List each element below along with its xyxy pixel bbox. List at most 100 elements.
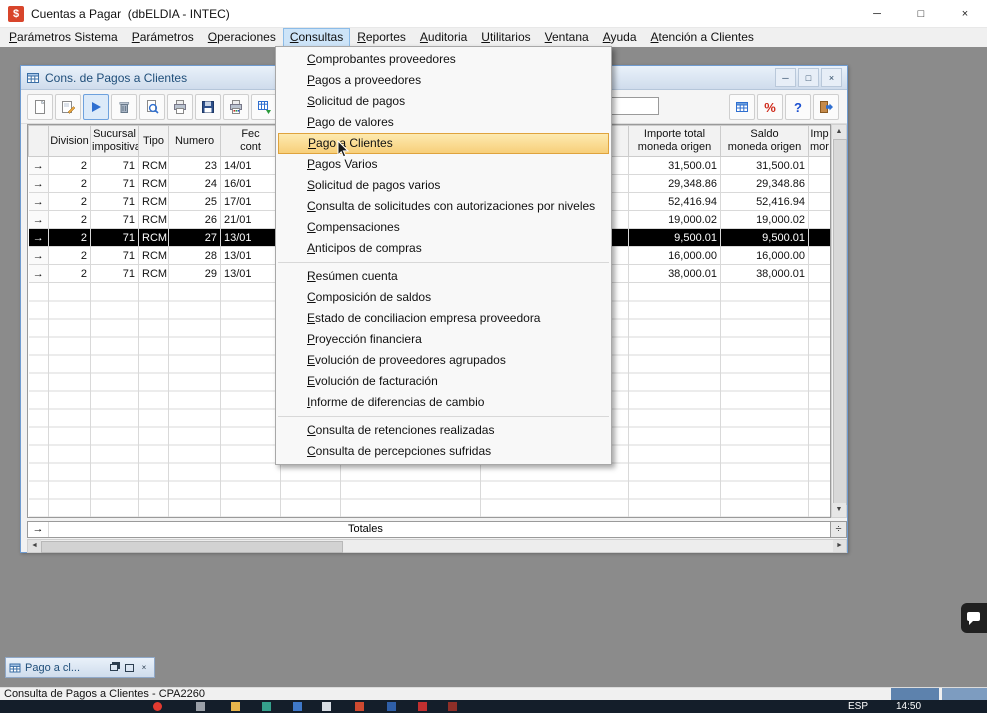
col-header-division[interactable]: Division	[49, 126, 91, 157]
taskbar-icon[interactable]	[231, 702, 240, 711]
print-setup-button[interactable]	[223, 94, 249, 120]
grid-cell[interactable]: 71	[91, 175, 139, 193]
taskbar-icon[interactable]	[448, 702, 457, 711]
menu-item[interactable]: Pagos a proveedores	[276, 70, 611, 91]
grid-cell[interactable]	[809, 211, 831, 229]
grid-cell[interactable]: 2	[49, 265, 91, 283]
child-minimize-button[interactable]: ─	[775, 68, 796, 87]
horizontal-scrollbar[interactable]: ◄ ►	[27, 539, 847, 553]
grid-cell[interactable]: 23	[169, 157, 221, 175]
grid-cell[interactable]: 71	[91, 247, 139, 265]
grid-cell[interactable]: 16/01	[221, 175, 281, 193]
grid-cell[interactable]: RCM	[139, 247, 169, 265]
grid-cell[interactable]	[809, 157, 831, 175]
overlay-chat-button[interactable]	[961, 603, 987, 633]
taskbar-icon[interactable]	[262, 702, 271, 711]
minimize-button[interactable]: ─	[855, 0, 899, 27]
menu-item[interactable]: Consulta de solicitudes con autorizacion…	[276, 196, 611, 217]
grid-cell[interactable]	[809, 265, 831, 283]
col-header-tipo[interactable]: Tipo	[139, 126, 169, 157]
percent-button[interactable]: %	[757, 94, 783, 120]
menu-item-pago-a-clientes[interactable]: Pago a Clientes	[278, 133, 609, 154]
grid-cell[interactable]: RCM	[139, 193, 169, 211]
grid-cell[interactable]: 71	[91, 229, 139, 247]
grid-cell[interactable]: 71	[91, 211, 139, 229]
grid-cell[interactable]: 29,348.86	[721, 175, 809, 193]
taskbar-icon[interactable]	[293, 702, 302, 711]
edit-record-button[interactable]	[55, 94, 81, 120]
menu-ventana[interactable]: Ventana	[538, 28, 596, 47]
totals-spinner[interactable]: ÷	[830, 522, 846, 537]
menu-reportes[interactable]: Reportes	[350, 28, 413, 47]
grid-cell[interactable]: 16,000.00	[721, 247, 809, 265]
menu-auditoria[interactable]: Auditoria	[413, 28, 474, 47]
help-button[interactable]: ?	[785, 94, 811, 120]
grid-cell[interactable]: RCM	[139, 175, 169, 193]
grid-cell[interactable]: 31,500.01	[629, 157, 721, 175]
grid-cell[interactable]	[809, 229, 831, 247]
taskbar-clock[interactable]: 14:50	[896, 701, 921, 712]
taskbar-language[interactable]: ESP	[848, 701, 868, 712]
grid-cell[interactable]: 2	[49, 211, 91, 229]
grid-cell[interactable]: 29,348.86	[629, 175, 721, 193]
grid-cell[interactable]: 21/01	[221, 211, 281, 229]
grid-cell[interactable]: 13/01	[221, 265, 281, 283]
vertical-scrollbar[interactable]: ▲ ▼	[831, 124, 847, 518]
menu-item[interactable]: Pagos Varios	[276, 154, 611, 175]
taskbar-icon[interactable]	[387, 702, 396, 711]
menu-item[interactable]: Solicitud de pagos	[276, 91, 611, 112]
mini-maximize-button[interactable]	[122, 661, 136, 674]
menu-parametros-sistema[interactable]: Parámetros Sistema	[2, 28, 125, 47]
horizontal-scroll-thumb[interactable]	[41, 541, 343, 553]
grid-cell[interactable]: RCM	[139, 211, 169, 229]
col-header-sucursal[interactable]: Sucursalimpositiva	[91, 126, 139, 157]
grid-cell[interactable]: 71	[91, 157, 139, 175]
grid-cell[interactable]: 2	[49, 157, 91, 175]
taskbar-icon[interactable]	[196, 702, 205, 711]
scroll-up-icon[interactable]: ▲	[832, 125, 846, 139]
child-maximize-button[interactable]: □	[798, 68, 819, 87]
menu-item[interactable]: Anticipos de compras	[276, 238, 611, 259]
menu-item[interactable]: Consulta de retenciones realizadas	[276, 420, 611, 441]
menu-operaciones[interactable]: Operaciones	[201, 28, 283, 47]
grid-cell[interactable]: 38,000.01	[721, 265, 809, 283]
menu-item[interactable]: Evolución de proveedores agrupados	[276, 350, 611, 371]
grid-cell[interactable]: 24	[169, 175, 221, 193]
taskbar-icon[interactable]	[153, 702, 162, 711]
vertical-scroll-thumb[interactable]	[833, 139, 847, 505]
run-query-button[interactable]	[83, 94, 109, 120]
grid-cell[interactable]: 38,000.01	[629, 265, 721, 283]
preview-button[interactable]	[139, 94, 165, 120]
col-header-saldo[interactable]: Saldomoneda origen	[721, 126, 809, 157]
maximize-button[interactable]: □	[899, 0, 943, 27]
grid-cell[interactable]: RCM	[139, 157, 169, 175]
menu-atencion-clientes[interactable]: Atención a Clientes	[644, 28, 761, 47]
scroll-down-icon[interactable]: ▼	[832, 503, 846, 517]
menu-item[interactable]: Evolución de facturación	[276, 371, 611, 392]
grid-cell[interactable]	[809, 193, 831, 211]
grid-cell[interactable]: 71	[91, 265, 139, 283]
col-header-fecha[interactable]: Feccont	[221, 126, 281, 157]
scroll-left-icon[interactable]: ◄	[28, 540, 41, 552]
menu-item[interactable]: Estado de conciliacion empresa proveedor…	[276, 308, 611, 329]
delete-record-button[interactable]	[111, 94, 137, 120]
new-record-button[interactable]	[27, 94, 53, 120]
mini-close-button[interactable]: ×	[137, 661, 151, 674]
grid-cell[interactable]: 17/01	[221, 193, 281, 211]
menu-item[interactable]: Composición de saldos	[276, 287, 611, 308]
grid-cell[interactable]: 26	[169, 211, 221, 229]
grid-cell[interactable]: 9,500.01	[629, 229, 721, 247]
save-button[interactable]	[195, 94, 221, 120]
menu-item[interactable]: Proyección financiera	[276, 329, 611, 350]
taskbar-icon[interactable]	[355, 702, 364, 711]
print-button[interactable]	[167, 94, 193, 120]
grid-cell[interactable]	[809, 247, 831, 265]
grid-cell[interactable]: 25	[169, 193, 221, 211]
grid-cell[interactable]: 31,500.01	[721, 157, 809, 175]
grid-cell[interactable]	[809, 175, 831, 193]
col-header-imp-mor[interactable]: Impmor	[809, 126, 831, 157]
grid-cell[interactable]: 28	[169, 247, 221, 265]
menu-item[interactable]: Compensaciones	[276, 217, 611, 238]
grid-cell[interactable]: RCM	[139, 265, 169, 283]
mini-restore-button[interactable]	[107, 661, 121, 674]
